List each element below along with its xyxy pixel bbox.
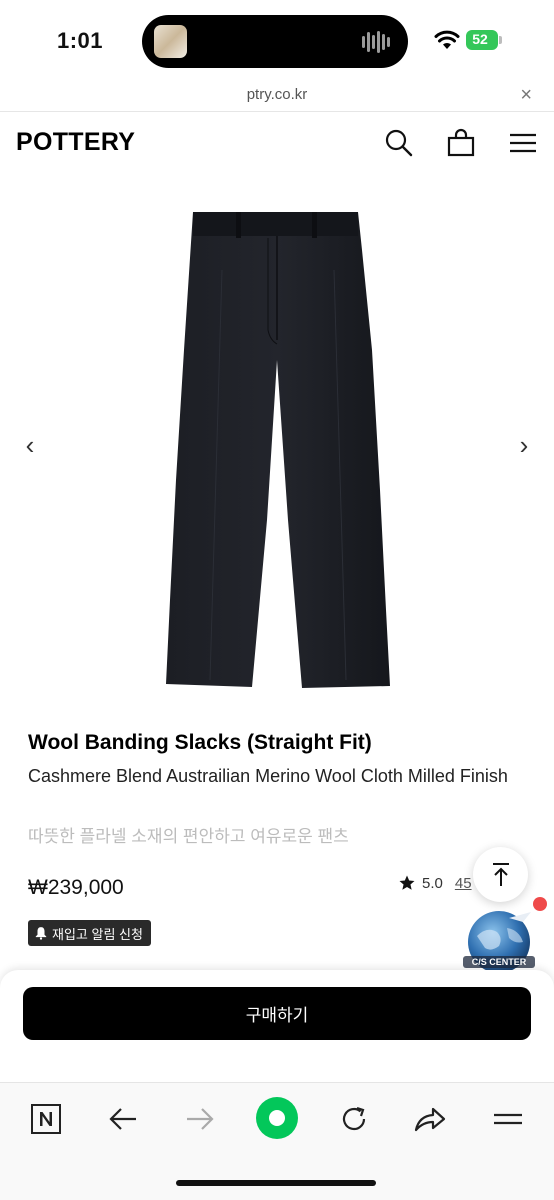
share-icon[interactable] [410, 1099, 450, 1139]
naver-icon[interactable] [26, 1099, 66, 1139]
arrow-up-icon [492, 862, 509, 886]
home-indicator [176, 1180, 376, 1186]
bell-icon [35, 927, 47, 940]
product-price: ₩239,000 [28, 876, 124, 899]
rating: 5.0 45 [398, 872, 472, 894]
forward-icon[interactable] [180, 1099, 220, 1139]
battery-indicator: 52 [466, 30, 502, 50]
cs-center-button[interactable]: C/S CENTER [463, 908, 535, 974]
search-icon[interactable] [384, 128, 414, 158]
rating-value: 5.0 [422, 874, 443, 892]
battery-level: 52 [472, 31, 488, 47]
back-icon[interactable] [103, 1099, 143, 1139]
battery-cap [499, 36, 502, 44]
menu-icon[interactable] [508, 128, 538, 158]
buy-button[interactable]: 구매하기 [23, 987, 531, 1040]
close-icon[interactable]: × [520, 84, 532, 106]
shopping-bag-icon[interactable] [446, 128, 476, 158]
review-count-link[interactable]: 45 [455, 875, 472, 892]
restock-alert-label: 재입고 알림 신청 [52, 926, 143, 942]
star-icon [399, 875, 415, 890]
now-playing-thumbnail [154, 25, 187, 58]
cs-center-label: C/S CENTER [463, 956, 535, 968]
wifi-icon [434, 30, 460, 49]
site-header: POTTERY [0, 112, 554, 174]
scroll-to-top-button[interactable] [473, 847, 528, 902]
reload-icon[interactable] [334, 1099, 374, 1139]
audio-wave-icon [362, 30, 392, 54]
notification-dot [533, 897, 547, 911]
restock-alert-button[interactable]: 재입고 알림 신청 [28, 920, 151, 946]
url-text[interactable]: ptry.co.kr [0, 86, 554, 103]
dynamic-island[interactable] [142, 15, 408, 68]
product-subtitle: Cashmere Blend Austrailian Merino Wool C… [28, 766, 508, 786]
status-bar: 1:01 52 [0, 0, 554, 84]
url-bar[interactable]: ptry.co.kr × [0, 84, 554, 112]
menu-icon[interactable] [488, 1099, 528, 1139]
purchase-sheet: 구매하기 [0, 970, 554, 1082]
green-dot-icon[interactable] [254, 1095, 300, 1141]
site-logo[interactable]: POTTERY [16, 128, 135, 157]
product-description: 따뜻한 플라넬 소재의 편안하고 여유로운 팬츠 [28, 827, 349, 846]
clock: 1:01 [57, 28, 104, 53]
product-image [166, 212, 390, 688]
product-title: Wool Banding Slacks (Straight Fit) [28, 731, 372, 754]
